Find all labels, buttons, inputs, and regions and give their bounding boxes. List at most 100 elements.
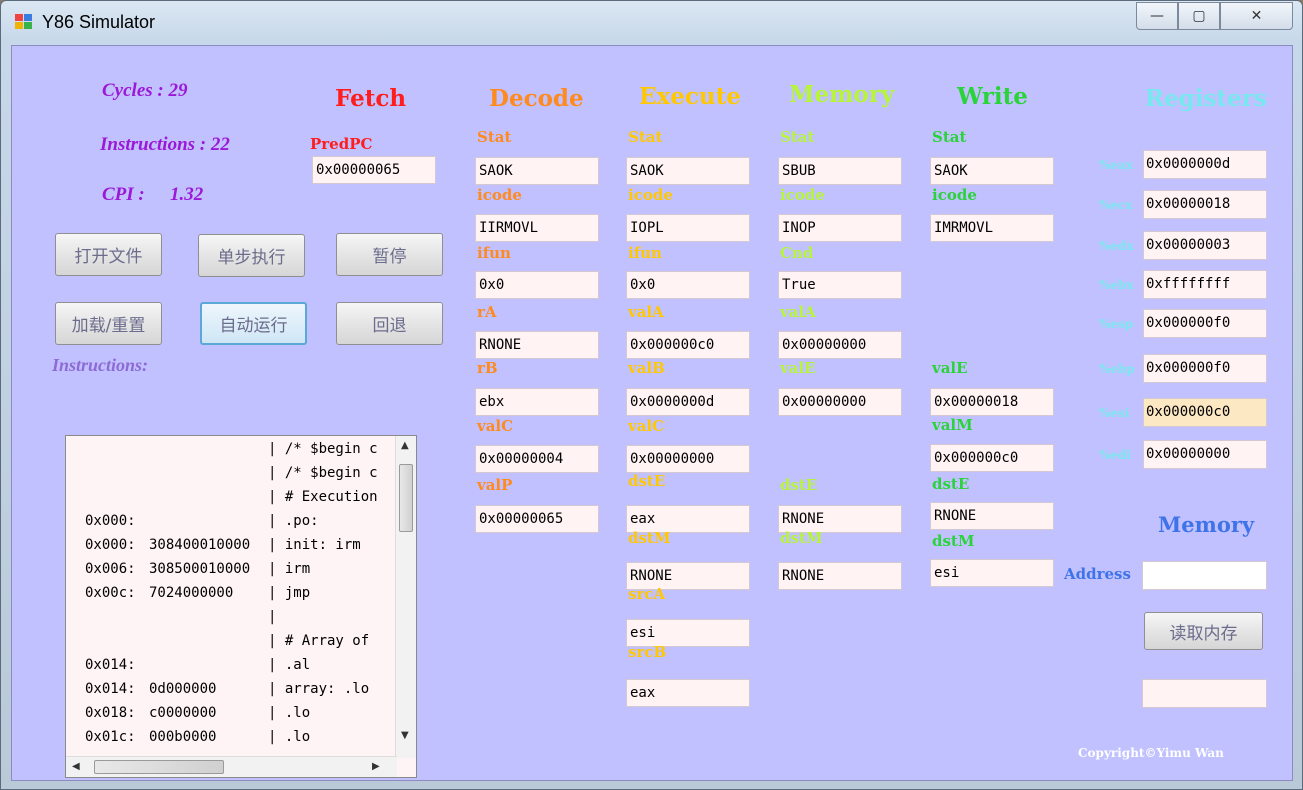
register-edx-label: %edx — [1099, 239, 1134, 253]
instruction-address: 0x014: — [85, 681, 136, 697]
execute-icode-label: icode — [628, 186, 673, 204]
execute-icode-field[interactable]: IOPL — [626, 214, 750, 242]
list-item[interactable]: | — [66, 609, 396, 633]
list-item[interactable]: | /* $begin c — [66, 441, 396, 465]
list-item[interactable]: 0x00c: 7024000000 | jmp — [66, 585, 396, 609]
app-window: Y86 Simulator — ▢ ✕ Cycles : 29 Instruct… — [0, 0, 1303, 790]
instruction-code: 0d000000 — [149, 681, 217, 697]
step-button[interactable]: 单步执行 — [198, 234, 305, 277]
read-memory-button[interactable]: 读取内存 — [1144, 612, 1263, 650]
instruction-source: | .al — [268, 657, 311, 673]
memory-vale-field[interactable]: 0x00000000 — [778, 388, 902, 416]
register-esi-field[interactable]: 0x000000c0 — [1143, 398, 1267, 427]
instruction-source: | # Execution — [268, 489, 378, 505]
rollback-button[interactable]: 回退 — [336, 302, 443, 345]
decode-stat-field[interactable]: SAOK — [475, 157, 599, 185]
memory-vala-field[interactable]: 0x00000000 — [778, 331, 902, 359]
list-item[interactable]: 0x006: 308500010000 | irm — [66, 561, 396, 585]
write-dste-field[interactable]: RNONE — [930, 502, 1054, 530]
scroll-left-icon[interactable]: ◀ — [72, 761, 80, 772]
decode-ifun-field[interactable]: 0x0 — [475, 271, 599, 299]
instruction-list[interactable]: | /* $begin c | /* $begin c | # Execution 0… — [65, 435, 417, 778]
memory-dstm-field[interactable]: RNONE — [778, 562, 902, 590]
list-item[interactable]: | # Execution — [66, 489, 396, 513]
register-ebx-field[interactable]: 0xffffffff — [1143, 270, 1267, 299]
execute-valb-field[interactable]: 0x0000000d — [626, 388, 750, 416]
decode-valc-label: valC — [477, 417, 514, 435]
decode-valp-field[interactable]: 0x00000065 — [475, 505, 599, 533]
decode-icode-field[interactable]: IIRMOVL — [475, 214, 599, 242]
register-ebx-label: %ebx — [1099, 278, 1134, 292]
predpc-field[interactable]: 0x00000065 — [312, 156, 436, 184]
horizontal-scrollbar[interactable]: ◀ ▶ — [66, 756, 397, 777]
close-button[interactable]: ✕ — [1220, 2, 1293, 30]
instruction-code: 308400010000 — [149, 537, 251, 553]
write-dstm-field[interactable]: esi — [930, 559, 1054, 587]
memory-cnd-field[interactable]: True — [778, 271, 902, 299]
vertical-scrollbar[interactable]: ▲ ▼ — [395, 436, 416, 758]
list-item[interactable]: 0x000: | .po: — [66, 513, 396, 537]
list-item[interactable]: 0x01c: 000b0000 | .lo — [66, 729, 396, 753]
decode-rb-field[interactable]: ebx — [475, 388, 599, 416]
minimize-button[interactable]: — — [1136, 2, 1178, 30]
write-dste-label: dstE — [932, 475, 970, 493]
scroll-right-icon[interactable]: ▶ — [372, 761, 380, 772]
register-ebp-field[interactable]: 0x000000f0 — [1143, 354, 1267, 383]
memory-panel-header: Memory — [1158, 512, 1255, 537]
list-item[interactable]: | # Array of — [66, 633, 396, 657]
copyright-text: Copyright©Yimu Wan — [1078, 746, 1224, 760]
write-icode-field[interactable]: IMRMOVL — [930, 214, 1054, 242]
pause-button[interactable]: 暂停 — [336, 233, 443, 276]
auto-run-button[interactable]: 自动运行 — [200, 302, 307, 345]
scroll-down-icon[interactable]: ▼ — [401, 730, 409, 741]
horizontal-scroll-thumb[interactable] — [94, 760, 224, 774]
instruction-source: | /* $begin c — [268, 441, 378, 457]
decode-valp-label: valP — [477, 476, 513, 494]
execute-stat-label: Stat — [628, 128, 663, 146]
execute-srcb-label: srcB — [628, 643, 667, 661]
instruction-source: | # Array of — [268, 633, 370, 649]
instruction-code: 308500010000 — [149, 561, 251, 577]
instruction-address: 0x006: — [85, 561, 136, 577]
title-bar[interactable]: Y86 Simulator — ▢ ✕ — [1, 1, 1302, 41]
execute-ifun-field[interactable]: 0x0 — [626, 271, 750, 299]
execute-valc-field[interactable]: 0x00000000 — [626, 445, 750, 473]
address-input[interactable] — [1142, 561, 1267, 590]
instruction-code: c0000000 — [149, 705, 217, 721]
register-eax-field[interactable]: 0x0000000d — [1143, 150, 1267, 179]
list-item[interactable]: 0x000: 308400010000 | init: irm — [66, 537, 396, 561]
open-file-button[interactable]: 打开文件 — [55, 233, 162, 276]
load-reset-button[interactable]: 加载/重置 — [55, 302, 162, 345]
list-item[interactable]: 0x014: 0d000000 | array: .lo — [66, 681, 396, 705]
registers-header: Registers — [1145, 85, 1267, 112]
register-edx-field[interactable]: 0x00000003 — [1143, 231, 1267, 260]
vertical-scroll-thumb[interactable] — [399, 464, 413, 532]
instruction-source: | — [268, 609, 277, 625]
decode-ra-field[interactable]: RNONE — [475, 331, 599, 359]
write-valm-field[interactable]: 0x000000c0 — [930, 444, 1054, 472]
list-item[interactable]: | /* $begin c — [66, 465, 396, 489]
execute-srca-label: srcA — [628, 585, 666, 603]
execute-vala-field[interactable]: 0x000000c0 — [626, 331, 750, 359]
list-item[interactable]: 0x014: | .al — [66, 657, 396, 681]
execute-vala-label: valA — [628, 303, 664, 321]
execute-stat-field[interactable]: SAOK — [626, 157, 750, 185]
memory-icode-field[interactable]: INOP — [778, 214, 902, 242]
fetch-header: Fetch — [335, 85, 407, 112]
register-eax-label: %eax — [1099, 158, 1133, 172]
decode-ifun-label: ifun — [477, 244, 511, 262]
maximize-button[interactable]: ▢ — [1178, 2, 1220, 30]
scroll-up-icon[interactable]: ▲ — [401, 440, 409, 451]
memory-stat-field[interactable]: SBUB — [778, 157, 902, 185]
register-edi-field[interactable]: 0x00000000 — [1143, 440, 1267, 469]
execute-srcb-field[interactable]: eax — [626, 679, 750, 707]
write-stat-field[interactable]: SAOK — [930, 157, 1054, 185]
list-item[interactable]: 0x018: c0000000 | .lo — [66, 705, 396, 729]
write-vale-field[interactable]: 0x00000018 — [930, 388, 1054, 416]
instruction-code: 000b0000 — [149, 729, 217, 745]
instruction-address: 0x000: — [85, 537, 136, 553]
decode-valc-field[interactable]: 0x00000004 — [475, 445, 599, 473]
register-ecx-field[interactable]: 0x00000018 — [1143, 190, 1267, 219]
register-esp-field[interactable]: 0x000000f0 — [1143, 309, 1267, 338]
register-ecx-label: %ecx — [1099, 198, 1133, 212]
